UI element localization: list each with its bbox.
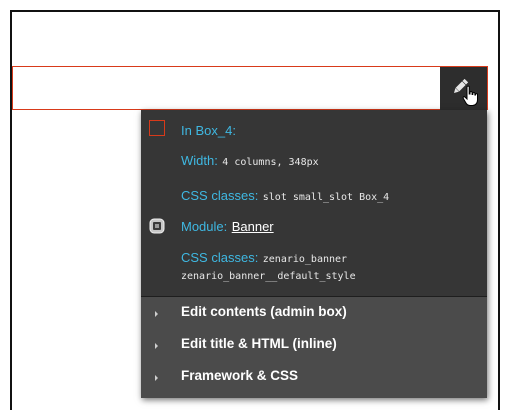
module-row: Module: Banner — [181, 218, 274, 236]
width-value: 4 columns, 348px — [222, 157, 319, 168]
module-icon — [149, 218, 165, 234]
slot-width-row: Width: 4 columns, 348px — [181, 152, 319, 170]
triangle-right-icon — [155, 311, 158, 317]
slot-outline[interactable] — [12, 66, 488, 110]
triangle-right-icon — [155, 375, 158, 381]
triangle-right-icon — [155, 343, 158, 349]
slot-edit-tab[interactable] — [440, 67, 487, 110]
module-name-link[interactable]: Banner — [232, 219, 274, 234]
module-css-row-2: zenario_banner__default_style — [181, 266, 356, 284]
hand-pointer-icon — [462, 85, 478, 106]
slot-actions-menu: Edit contents (admin box) Edit title & H… — [141, 297, 487, 398]
module-css-value-2: zenario_banner__default_style — [181, 271, 356, 282]
width-label: Width: — [181, 153, 218, 168]
slot-info-section: In Box_4: Width: 4 columns, 348px CSS cl… — [141, 110, 487, 296]
module-css-label: CSS classes: — [181, 250, 259, 265]
menu-item-label: Edit contents (admin box) — [181, 304, 347, 319]
menu-item-edit-title-html[interactable]: Edit title & HTML (inline) — [141, 333, 487, 363]
menu-item-label: Framework & CSS — [181, 368, 299, 383]
slot-title-row: In Box_4: — [181, 122, 236, 140]
slot-css-label: CSS classes: — [181, 188, 259, 203]
module-css-row: CSS classes: zenario_banner — [181, 249, 347, 267]
slot-info-panel: In Box_4: Width: 4 columns, 348px CSS cl… — [141, 110, 487, 398]
slot-in-label: In Box_4: — [181, 123, 236, 138]
menu-item-label: Edit title & HTML (inline) — [181, 336, 337, 351]
menu-item-edit-contents[interactable]: Edit contents (admin box) — [141, 301, 487, 331]
slot-css-row: CSS classes: slot small_slot Box_4 — [181, 187, 389, 205]
slot-css-value: slot small_slot Box_4 — [262, 192, 390, 203]
menu-item-framework-css[interactable]: Framework & CSS — [141, 365, 487, 395]
module-css-value-1: zenario_banner — [262, 254, 348, 265]
slot-square-icon — [149, 120, 165, 136]
module-label: Module: — [181, 219, 228, 234]
